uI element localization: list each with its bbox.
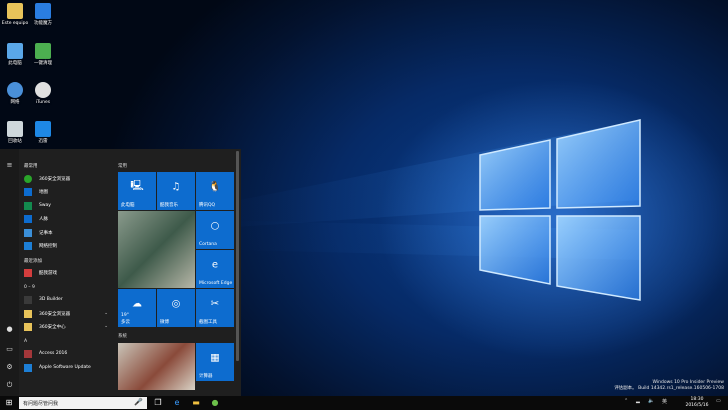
section-0-9: 0 – 9: [24, 285, 35, 290]
taskbar-360-browser[interactable]: ●: [207, 396, 223, 410]
app-maps[interactable]: 地图: [24, 187, 114, 196]
start-tile-area: 常用 🖳 此电脑 ♫ 酷我音乐 🐧 腾讯QQ ○ Cortana e Micro…: [114, 149, 241, 396]
desktop-icon-computer[interactable]: 此电脑: [1, 43, 29, 66]
desktop-icon-cube[interactable]: 功能魔方: [29, 3, 57, 26]
input-language[interactable]: 英: [662, 398, 667, 405]
network-control-icon: [24, 242, 32, 250]
browser-360-icon: [24, 175, 32, 183]
maps-icon: [24, 188, 32, 196]
folder-icon: [24, 310, 32, 318]
sway-icon: [24, 202, 32, 210]
windows-logo-icon: ⊞: [5, 398, 13, 407]
3d-builder-icon: [24, 296, 32, 304]
tile-system-photo[interactable]: [118, 343, 195, 390]
tile-this-pc[interactable]: 🖳 此电脑: [118, 172, 156, 210]
weibo-icon: ◎: [171, 298, 181, 310]
desktop-icon-network[interactable]: 网络: [1, 82, 29, 105]
desktop-icon-itunes[interactable]: iTunes: [29, 82, 57, 105]
hamburger-menu-icon[interactable]: ≡: [5, 161, 14, 170]
action-center-icon[interactable]: ▭: [716, 398, 721, 404]
folder-icon: [24, 323, 32, 331]
chevron-down-icon[interactable]: ⌄: [104, 311, 108, 316]
kuwo-music-icon: ♫: [171, 181, 181, 193]
taskbar-clock[interactable]: 18:30 2016/5/16: [680, 397, 714, 408]
weather-icon: ☁: [132, 298, 142, 310]
insider-watermark: Windows 10 Pro Insider Preview 评估副本。 Bui…: [614, 380, 724, 391]
start-app-list: 最常用 360安全浏览器 地图 Sway 人脉 记事本 网络控制 最近添加 酷我…: [19, 149, 114, 396]
computer-icon: [7, 43, 23, 59]
tray-chevron-up-icon[interactable]: ⌃: [624, 398, 628, 404]
network-icon: [7, 82, 23, 98]
folder-user-icon: [7, 3, 23, 19]
cortana-search-box[interactable]: 有问题尽管问我 🎤: [19, 397, 147, 409]
desktop-icon-recycle-bin[interactable]: 回收站: [1, 121, 29, 144]
microphone-icon[interactable]: 🎤: [134, 398, 143, 406]
desktop-icon-user-folder[interactable]: Este equipo: [1, 3, 29, 26]
chevron-down-icon[interactable]: ⌄: [104, 324, 108, 329]
power-icon[interactable]: ⏻: [5, 381, 14, 390]
taskbar: ⊞ 有问题尽管问我 🎤 ❐ e ▬ ● ⌃ ▂ 🔈 英 18:30 2016/5…: [0, 396, 728, 410]
network-tray-icon[interactable]: ▂: [636, 398, 640, 404]
taskbar-file-explorer[interactable]: ▬: [188, 396, 204, 410]
app-access-2016[interactable]: Access 2016: [24, 349, 114, 358]
thunder-icon: [35, 121, 51, 137]
recycle-bin-icon: [7, 121, 23, 137]
start-menu: ≡ ● ▭ ⚙ ⏻ 最常用 360安全浏览器 地图 Sway 人脉 记事本 网络…: [0, 149, 241, 396]
cortana-icon: ○: [210, 220, 220, 232]
tile-weibo[interactable]: ◎ 微博: [157, 289, 195, 327]
computer-icon: 🖳: [130, 180, 144, 192]
cleanup-icon: [35, 43, 51, 59]
access-icon: [24, 350, 32, 358]
kuwo-game-icon: [24, 269, 32, 277]
cube-app-icon: [35, 3, 51, 19]
start-button[interactable]: ⊞: [1, 396, 17, 410]
section-recently-added: 最近添加: [24, 259, 42, 264]
volume-icon[interactable]: 🔈: [648, 398, 654, 404]
taskbar-edge[interactable]: e: [169, 396, 185, 410]
edge-icon: e: [174, 398, 180, 407]
app-notepad[interactable]: 记事本: [24, 228, 114, 237]
folder-icon: ▬: [192, 398, 200, 407]
section-most-used: 最常用: [24, 164, 38, 169]
app-360-browser[interactable]: 360安全浏览器: [24, 174, 114, 183]
file-explorer-icon[interactable]: ▭: [5, 345, 14, 354]
app-3d-builder[interactable]: 3D Builder: [24, 295, 114, 304]
tile-microsoft-edge[interactable]: e Microsoft Edge: [196, 250, 234, 288]
app-apple-software-update[interactable]: Apple Software Update: [24, 363, 114, 372]
notepad-icon: [24, 229, 32, 237]
tile-photos[interactable]: [118, 211, 195, 288]
qq-icon: 🐧: [208, 181, 222, 193]
tile-tencent-qq[interactable]: 🐧 腾讯QQ: [196, 172, 234, 210]
browser-360-icon: ●: [211, 398, 219, 407]
tile-cortana[interactable]: ○ Cortana: [196, 211, 234, 249]
people-icon: [24, 215, 32, 223]
tile-snipping-tool[interactable]: ✂ 截图工具: [196, 289, 234, 327]
user-avatar-icon[interactable]: ●: [5, 325, 14, 334]
tile-calculator[interactable]: ▦ 计算器: [196, 343, 234, 381]
task-view-button[interactable]: ❐: [150, 396, 166, 410]
itunes-icon: [35, 82, 51, 98]
start-menu-rail: ≡ ● ▭ ⚙ ⏻: [0, 149, 19, 396]
tile-group-system: 系统: [118, 334, 127, 339]
edge-icon: e: [211, 259, 219, 271]
task-view-icon: ❐: [154, 398, 162, 407]
app-folder-360-browser[interactable]: 360安全浏览器 ⌄: [24, 309, 114, 318]
settings-gear-icon[interactable]: ⚙: [5, 363, 14, 372]
app-network-control[interactable]: 网络控制: [24, 241, 114, 250]
calculator-icon: ▦: [210, 352, 220, 364]
apple-update-icon: [24, 364, 32, 372]
tile-kuwo-music[interactable]: ♫ 酷我音乐: [157, 172, 195, 210]
app-sway[interactable]: Sway: [24, 201, 114, 210]
start-scrollbar[interactable]: [236, 151, 239, 361]
tile-weather[interactable]: ☁ 19° 多云: [118, 289, 156, 327]
app-people[interactable]: 人脉: [24, 214, 114, 223]
desktop-icon-thunder[interactable]: 迅雷: [29, 121, 57, 144]
desktop-icon-cleanup[interactable]: 一键清理: [29, 43, 57, 66]
app-folder-360-security[interactable]: 360安全中心 ⌄: [24, 322, 114, 331]
search-placeholder: 有问题尽管问我: [23, 401, 59, 407]
snipping-tool-icon: ✂: [210, 298, 220, 310]
app-kuwo-game[interactable]: 酷我游戏: [24, 268, 114, 277]
section-a: A: [24, 339, 28, 344]
tile-group-common: 常用: [118, 164, 127, 169]
